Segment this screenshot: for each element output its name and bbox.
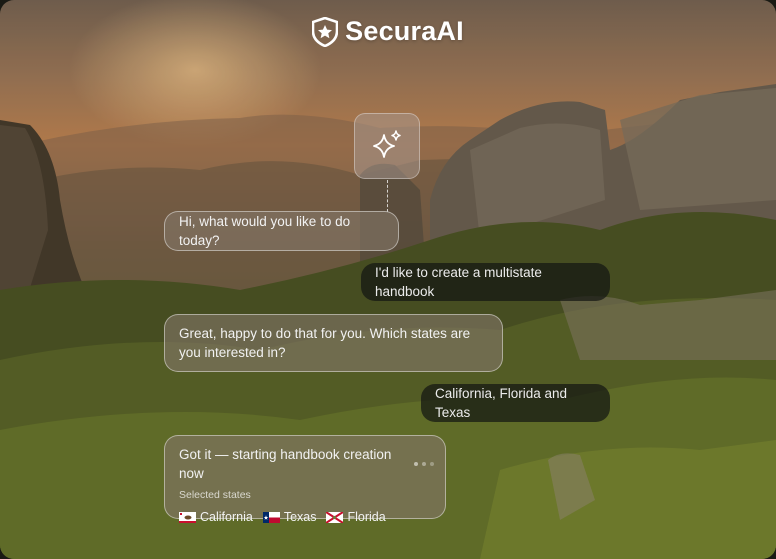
florida-flag-icon bbox=[326, 512, 344, 523]
california-flag-icon bbox=[179, 512, 196, 523]
brand-logo: SecuraAI bbox=[0, 16, 776, 47]
message-text: Got it — starting handbook creation now bbox=[179, 447, 392, 481]
shield-star-icon bbox=[312, 16, 339, 47]
user-message: California, Florida and Texas bbox=[421, 384, 610, 422]
state-name: California bbox=[200, 510, 253, 524]
message-text: I'd like to create a multistate handbook bbox=[375, 265, 542, 299]
avatar-connector bbox=[387, 180, 388, 212]
status-row: Got it — starting handbook creation now bbox=[179, 445, 434, 483]
state-name: Texas bbox=[283, 510, 317, 524]
loading-dots-icon bbox=[414, 462, 434, 466]
message-text: California, Florida and Texas bbox=[435, 386, 568, 420]
message-text: Great, happy to do that for you. Which s… bbox=[179, 326, 471, 360]
message-text: Hi, what would you like to do today? bbox=[179, 214, 351, 248]
texas-flag-icon bbox=[262, 512, 280, 523]
state-name: Florida bbox=[347, 510, 386, 524]
assistant-message: Great, happy to do that for you. Which s… bbox=[164, 314, 503, 372]
selected-states-label: Selected states bbox=[179, 489, 251, 501]
brand-name: SecuraAI bbox=[345, 16, 464, 46]
user-message: I'd like to create a multistate handbook bbox=[361, 263, 610, 301]
sparkles-icon bbox=[373, 130, 401, 158]
selected-states-list: California Texas Florida bbox=[179, 508, 431, 527]
assistant-avatar bbox=[354, 113, 420, 179]
state-chip-california: California bbox=[179, 508, 253, 527]
state-chip-texas: Texas bbox=[262, 508, 317, 527]
assistant-message: Hi, what would you like to do today? bbox=[164, 211, 399, 251]
assistant-status-card: Got it — starting handbook creation now … bbox=[164, 435, 446, 524]
state-chip-florida: Florida bbox=[326, 508, 386, 527]
app-window: SecuraAI Hi, what would you like to do t… bbox=[0, 0, 776, 559]
